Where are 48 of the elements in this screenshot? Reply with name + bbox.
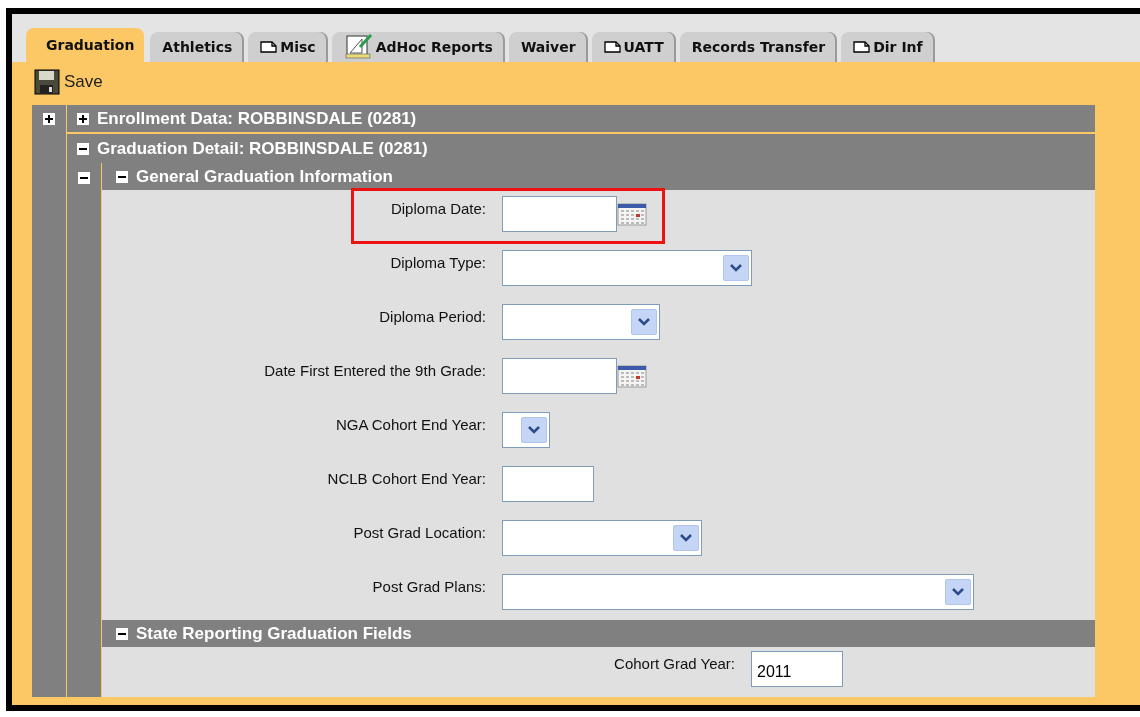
calendar-icon[interactable] bbox=[617, 364, 647, 388]
page-icon bbox=[260, 41, 279, 53]
subsection-title: State Reporting Graduation Fields bbox=[136, 623, 412, 644]
chevron-down-icon bbox=[951, 587, 965, 597]
field-label: Post Grad Location: bbox=[352, 523, 486, 541]
chevron-down-icon bbox=[637, 317, 651, 327]
section-title: Enrollment Data: ROBBINSDALE (0281) bbox=[97, 108, 417, 129]
tab[interactable]: Dir Inf bbox=[841, 32, 933, 62]
section-title: Graduation Detail: ROBBINSDALE (0281) bbox=[97, 138, 428, 159]
dropdown[interactable] bbox=[502, 412, 550, 448]
expand-toggle[interactable] bbox=[77, 112, 89, 125]
chevron-down-icon bbox=[527, 425, 541, 435]
tab[interactable]: Waiver bbox=[508, 32, 586, 62]
dropdown[interactable] bbox=[502, 520, 702, 556]
page-icon bbox=[853, 41, 872, 53]
tab[interactable]: Records Transfer bbox=[679, 32, 836, 62]
page-icon bbox=[603, 41, 622, 53]
tab[interactable]: Graduation bbox=[26, 28, 145, 62]
tab[interactable]: Misc bbox=[248, 32, 326, 62]
collapse-toggle[interactable] bbox=[77, 142, 89, 155]
date-field[interactable] bbox=[502, 358, 617, 394]
date-field[interactable] bbox=[502, 196, 617, 232]
expand-toggle[interactable] bbox=[43, 113, 55, 125]
report-icon bbox=[343, 33, 374, 61]
field-label: Post Grad Plans: bbox=[371, 577, 486, 595]
tab[interactable]: AdHoc Reports bbox=[331, 32, 503, 62]
field-label: Date First Entered the 9th Grade: bbox=[263, 361, 486, 379]
collapse-toggle[interactable] bbox=[78, 172, 90, 184]
calendar-icon[interactable] bbox=[617, 202, 647, 226]
tab[interactable]: UATT bbox=[591, 32, 674, 62]
subsection-title: General Graduation Information bbox=[136, 166, 393, 187]
dropdown[interactable] bbox=[502, 250, 752, 286]
field-label: NGA Cohort End Year: bbox=[334, 415, 486, 433]
field-label: Cohort Grad Year: bbox=[613, 654, 735, 672]
tab[interactable]: Athletics bbox=[150, 32, 243, 62]
dropdown[interactable] bbox=[502, 304, 660, 340]
field-label: Diploma Type: bbox=[389, 253, 486, 271]
text-field[interactable] bbox=[502, 466, 594, 502]
field-label: NCLB Cohort End Year: bbox=[326, 469, 486, 487]
field-label: Diploma Date: bbox=[389, 199, 486, 217]
text-field[interactable]: 2011 bbox=[751, 651, 843, 687]
chevron-down-icon bbox=[679, 533, 693, 543]
dropdown[interactable] bbox=[502, 574, 974, 610]
field-label: Diploma Period: bbox=[378, 307, 486, 325]
save-button[interactable]: Save bbox=[34, 69, 103, 95]
collapse-toggle[interactable] bbox=[116, 627, 128, 640]
chevron-down-icon bbox=[729, 263, 743, 273]
collapse-toggle[interactable] bbox=[116, 170, 128, 183]
